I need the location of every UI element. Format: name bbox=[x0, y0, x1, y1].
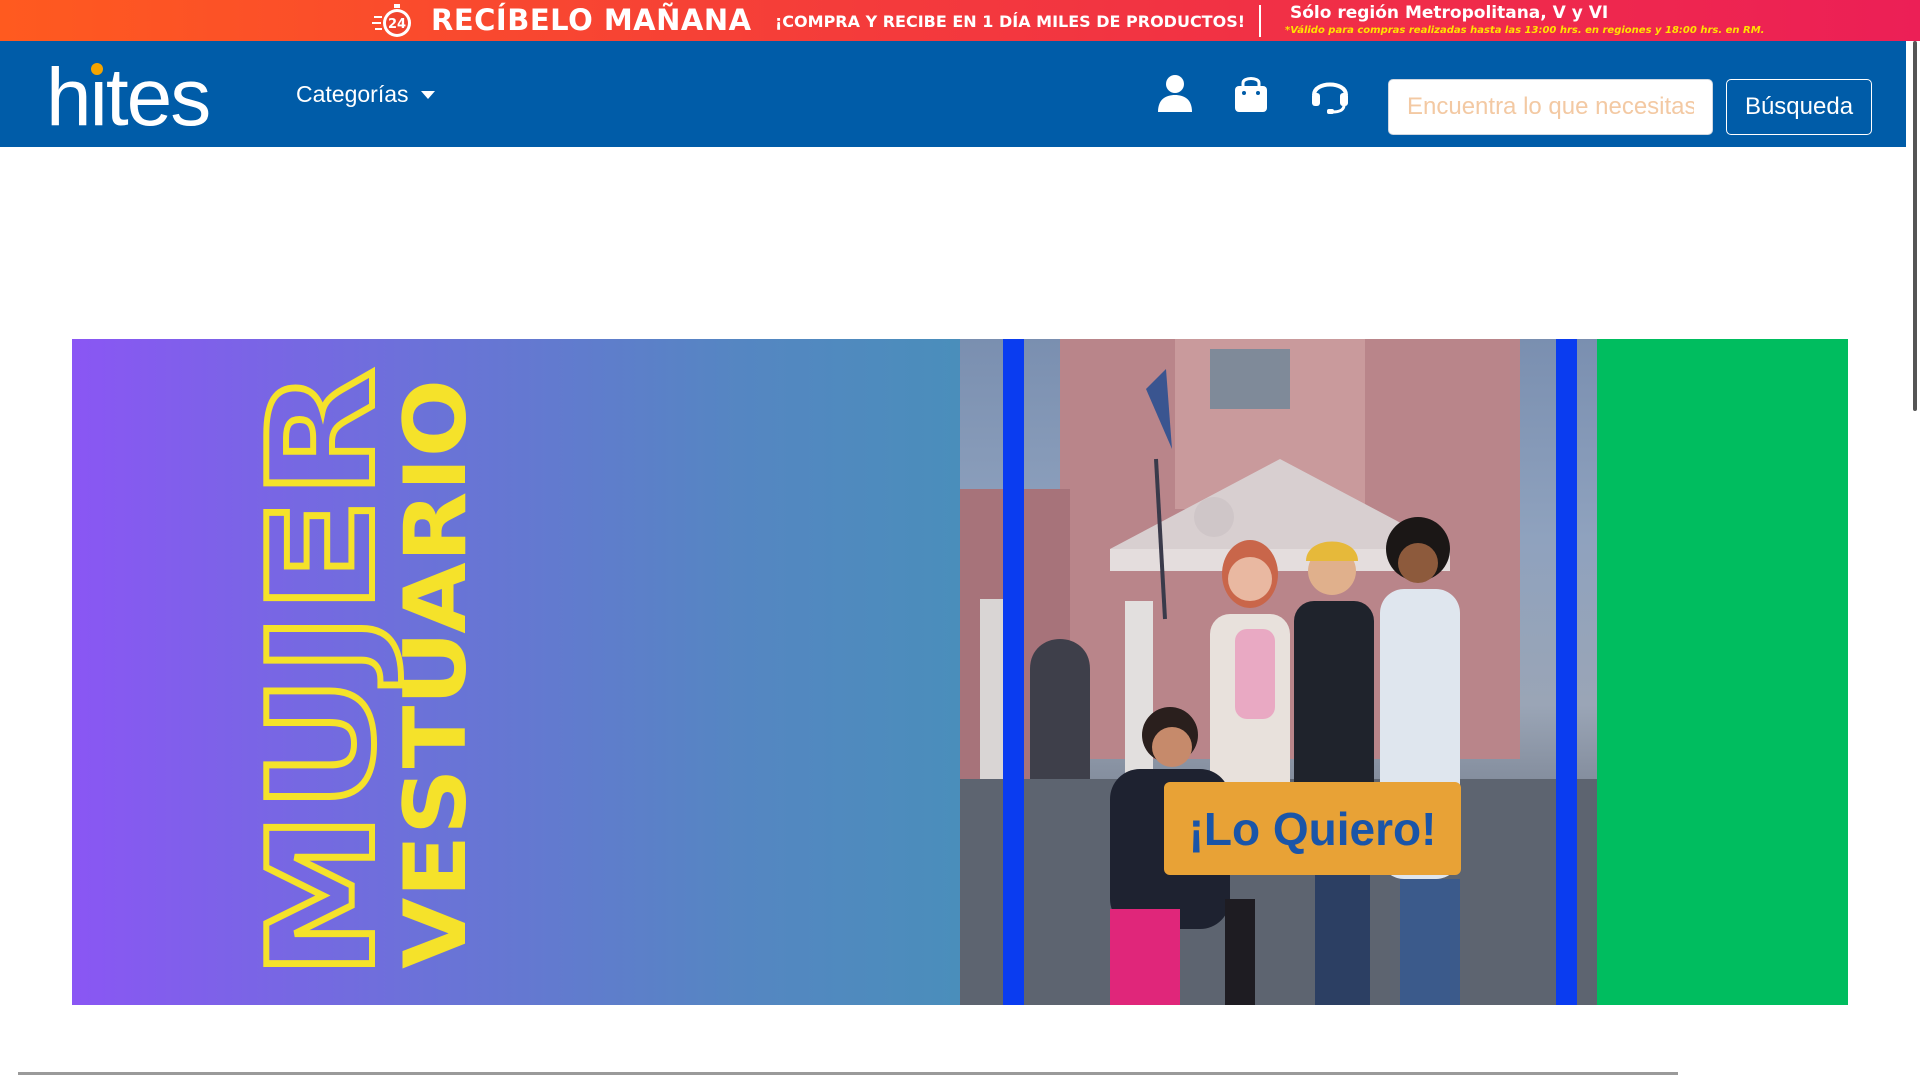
section-divider bbox=[18, 1072, 1678, 1075]
banner-left-panel: MUJER VESTUARIO bbox=[72, 339, 960, 1005]
promo-divider bbox=[1259, 5, 1261, 37]
promo-title: RECÍBELO MAÑANA bbox=[431, 3, 752, 37]
stopwatch-icon: 24 bbox=[372, 4, 411, 37]
categories-label: Categorías bbox=[296, 81, 409, 107]
promo-region: Sólo región Metropolitana, V y VI bbox=[1290, 3, 1609, 23]
banner-heading-main: MUJER bbox=[238, 369, 407, 979]
search-input[interactable] bbox=[1388, 79, 1713, 135]
categories-dropdown[interactable]: Categorías bbox=[296, 81, 435, 108]
logo-dot bbox=[91, 63, 103, 75]
clock-number: 24 bbox=[388, 17, 406, 32]
headset-icon[interactable] bbox=[1308, 71, 1352, 115]
photo-scene bbox=[960, 339, 1597, 1005]
shopping-bag-icon[interactable] bbox=[1229, 71, 1273, 115]
banner-right-panel bbox=[1597, 339, 1848, 1005]
hites-logo[interactable]: hites bbox=[46, 55, 211, 141]
promo-banner[interactable]: 24 RECÍBELO MAÑANA ¡COMPRA Y RECIBE EN 1… bbox=[0, 0, 1920, 41]
banner-heading-sub: VESTUARIO bbox=[386, 379, 486, 969]
promo-subtitle: ¡COMPRA Y RECIBE EN 1 DÍA MILES DE PRODU… bbox=[775, 12, 1246, 31]
scrollbar-thumb[interactable] bbox=[1913, 41, 1917, 411]
banner-heading-art: MUJER VESTUARIO bbox=[235, 366, 486, 982]
page-scrollbar[interactable] bbox=[1906, 41, 1920, 1080]
lo-quiero-button[interactable]: ¡Lo Quiero! bbox=[1164, 782, 1461, 875]
user-icon[interactable] bbox=[1153, 71, 1197, 115]
chevron-down-icon bbox=[420, 90, 435, 99]
banner-photo bbox=[960, 339, 1597, 1005]
search-button[interactable]: Búsqueda bbox=[1726, 79, 1872, 135]
promo-note: *Válido para compras realizadas hasta la… bbox=[1285, 25, 1765, 36]
hero-banner[interactable]: MUJER VESTUARIO ¡Lo Quiero! bbox=[72, 339, 1848, 1005]
site-header: hites Categorías Búsqueda bbox=[0, 41, 1920, 147]
